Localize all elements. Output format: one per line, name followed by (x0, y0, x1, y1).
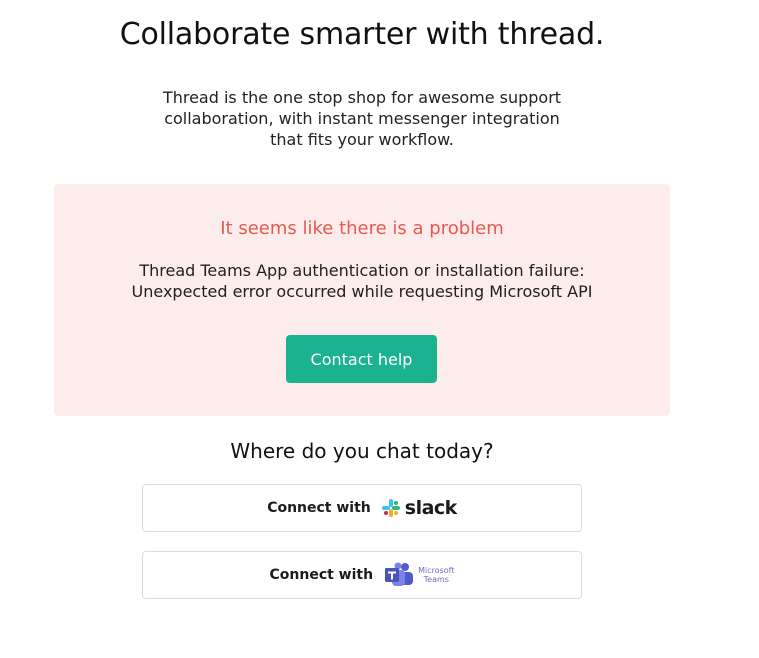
slack-wordmark: slack (404, 497, 458, 519)
error-message-line: Unexpected error occurred while requesti… (131, 282, 593, 301)
teams-wordmark-line: Microsoft (418, 566, 455, 575)
slack-logo: slack (381, 497, 457, 519)
connect-teams-button[interactable]: Connect with Microsoft Teams (142, 551, 582, 599)
slack-logo-icon (381, 499, 400, 517)
connect-slack-button[interactable]: Connect with slack (142, 484, 582, 532)
intro-line: Thread is the one stop shop for awesome … (162, 88, 562, 107)
teams-wordmark: Microsoft Teams (418, 566, 454, 584)
connect-label: Connect with (269, 567, 374, 583)
chat-platform-heading: Where do you chat today? (230, 439, 494, 463)
intro-line: that fits your workflow. (270, 130, 454, 149)
error-title: It seems like there is a problem (220, 218, 504, 239)
page-title: Collaborate smarter with thread. (119, 17, 605, 52)
intro-line: collaboration, with instant messenger in… (164, 109, 560, 128)
intro-text: Thread is the one stop shop for awesome … (112, 87, 612, 150)
contact-help-button[interactable]: Contact help (286, 335, 437, 383)
error-panel: It seems like there is a problem Thread … (54, 184, 670, 416)
error-message-line: Thread Teams App authentication or insta… (139, 261, 585, 280)
microsoft-teams-logo-icon (385, 562, 414, 586)
page: Collaborate smarter with thread. Thread … (0, 0, 759, 658)
error-message: Thread Teams App authentication or insta… (54, 260, 670, 302)
connect-label: Connect with (267, 500, 371, 516)
teams-wordmark-line: Teams (423, 575, 449, 584)
teams-logo: Microsoft Teams (383, 562, 454, 588)
